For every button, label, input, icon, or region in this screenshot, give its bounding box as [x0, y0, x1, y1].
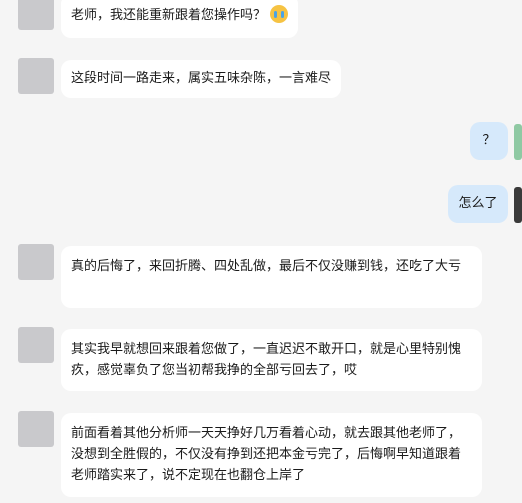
avatar[interactable]	[514, 187, 522, 223]
crying-face-icon	[270, 5, 289, 23]
message-bubble: 其实我早就想回来跟着您做了，一直迟迟不敢开口，就是心里特别愧疚，感觉辜负了您当初…	[61, 329, 482, 391]
message-text: 真的后悔了，来回折腾、四处乱做，最后不仅没赚到钱，还吃了大亏	[71, 259, 462, 274]
message-text: ？	[482, 133, 496, 148]
message-text: 老师，我还能重新跟着您操作吗？	[71, 8, 267, 23]
message-text: 其实我早就想回来跟着您做了，一直迟迟不敢开口，就是心里特别愧疚，感觉辜负了您当初…	[71, 342, 462, 378]
avatar[interactable]	[18, 327, 54, 363]
message-bubble: ？	[470, 122, 508, 160]
message-bubble: 怎么了	[448, 185, 508, 223]
avatar[interactable]	[18, 0, 54, 30]
message-text: 怎么了	[458, 196, 498, 211]
avatar[interactable]	[18, 244, 54, 280]
message-text: 前面看着其他分析师一天天挣好几万看着心动，就去跟其他老师了，没想到全胜假的，不仅…	[71, 426, 462, 483]
avatar[interactable]	[18, 58, 54, 94]
message-bubble: 老师，我还能重新跟着您操作吗？	[61, 0, 299, 38]
message-bubble: 真的后悔了，来回折腾、四处乱做，最后不仅没赚到钱，还吃了大亏	[61, 246, 482, 308]
avatar[interactable]	[514, 124, 522, 160]
message-text: 这段时间一路走来，属实五味杂陈，一言难尽	[71, 71, 332, 86]
avatar[interactable]	[18, 411, 54, 447]
message-bubble: 这段时间一路走来，属实五味杂陈，一言难尽	[61, 60, 342, 98]
message-bubble: 前面看着其他分析师一天天挣好几万看着心动，就去跟其他老师了，没想到全胜假的，不仅…	[61, 413, 482, 497]
